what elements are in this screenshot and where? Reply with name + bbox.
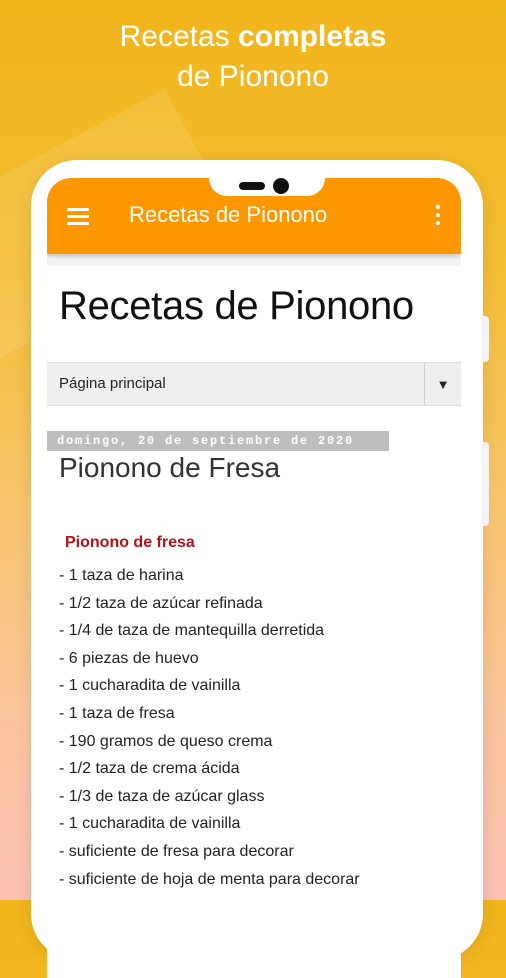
promo-line-1: Recetas completas (0, 18, 506, 56)
app-bar-title: Recetas de Piononо (129, 202, 328, 227)
more-options-icon[interactable] (435, 205, 441, 227)
phone-screen: Recetas de Piononо Recetas de Piononо Pá… (47, 178, 461, 978)
post-date: domingo, 20 de septiembre de 2020 (47, 431, 389, 451)
post-title[interactable]: Pionono de Fresa (59, 452, 280, 484)
blog-title[interactable]: Recetas de Piononо (59, 284, 414, 329)
speaker-grille (239, 182, 265, 190)
ingredient-item: - 1/3 de taza de azúcar glass (59, 787, 265, 805)
ingredient-list: - 1 taza de harina - 1/2 taza de azúcar … (59, 562, 360, 893)
phone-volume-button (482, 442, 489, 526)
promo-line-2: de Piononо (177, 60, 329, 93)
ingredient-item: - 1 cucharadita de vainilla (59, 815, 241, 833)
ingredient-item: - suficiente de fresa para decorar (59, 842, 294, 860)
ingredient-item: - 1 taza de fresa (59, 704, 175, 722)
page-select-value: Página principal (59, 375, 166, 392)
ingredient-item: - suficiente de hoja de menta para decor… (59, 870, 360, 888)
blog-page: Recetas de Piononо Página principal ▼ do… (47, 266, 461, 978)
ingredient-item: - 1 cucharadita de vainilla (59, 677, 241, 695)
chevron-down-icon[interactable]: ▼ (424, 363, 461, 405)
page-select-dropdown[interactable]: Página principal ▼ (47, 362, 461, 406)
ingredient-item: - 6 piezas de huevo (59, 649, 199, 667)
promo-header: Recetas completas de Piononо (0, 18, 506, 98)
ingredient-item: - 1/2 taza de crema ácida (59, 760, 240, 778)
phone-side-button (482, 316, 489, 362)
hamburger-menu-icon[interactable] (67, 208, 89, 226)
phone-frame: Recetas de Piononо Recetas de Piononо Pá… (31, 160, 489, 978)
ingredient-item: - 1/2 taza de azúcar refinada (59, 594, 263, 612)
recipe-section-heading: Pionono de fresa (65, 534, 195, 551)
promo-line-1-light: Recetas (119, 20, 230, 53)
ingredient-item: - 1 taza de harina (59, 567, 184, 584)
phone-notch (209, 178, 325, 196)
ingredient-item: - 1/4 de taza de mantequilla derretida (59, 622, 325, 640)
ingredient-item: - 190 gramos de queso crema (59, 732, 273, 750)
front-camera-icon (273, 178, 289, 194)
app-bar: Recetas de Piononо (47, 178, 461, 254)
promo-line-1-bold: completas (238, 20, 387, 53)
